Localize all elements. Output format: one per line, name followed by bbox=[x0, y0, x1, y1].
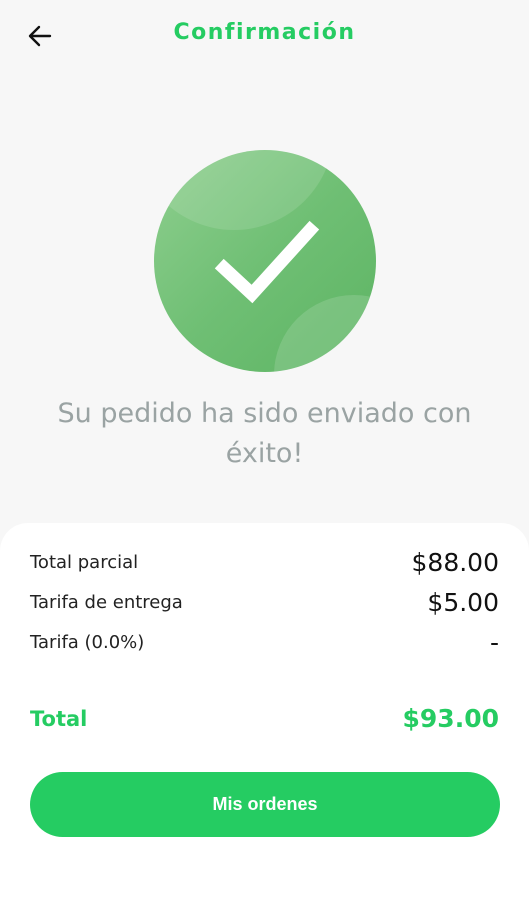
total-value: $93.00 bbox=[402, 704, 499, 733]
delivery-fee-value: $5.00 bbox=[427, 588, 499, 617]
subtotal-label: Total parcial bbox=[30, 552, 139, 573]
success-badge bbox=[154, 150, 376, 372]
total-row: Total $93.00 bbox=[30, 704, 499, 733]
service-fee-label: Tarifa (0.0%) bbox=[30, 632, 145, 653]
subtotal-value: $88.00 bbox=[411, 548, 499, 577]
success-message: Su pedido ha sido enviado con éxito! bbox=[57, 398, 472, 469]
page-title: Confirmación bbox=[173, 20, 356, 45]
subtotal-row: Total parcial $88.00 bbox=[30, 548, 499, 577]
total-label: Total bbox=[30, 706, 88, 731]
my-orders-button[interactable]: Mis ordenes bbox=[30, 772, 500, 837]
delivery-fee-row: Tarifa de entrega $5.00 bbox=[30, 588, 499, 617]
service-fee-value: - bbox=[489, 628, 499, 657]
confirmation-screen: Confirmación Su pedido ha sido enviado c… bbox=[0, 0, 529, 900]
app-header: Confirmación bbox=[0, 0, 529, 72]
delivery-fee-label: Tarifa de entrega bbox=[30, 592, 183, 613]
checkmark-icon bbox=[214, 220, 320, 304]
service-fee-row: Tarifa (0.0%) - bbox=[30, 628, 499, 657]
